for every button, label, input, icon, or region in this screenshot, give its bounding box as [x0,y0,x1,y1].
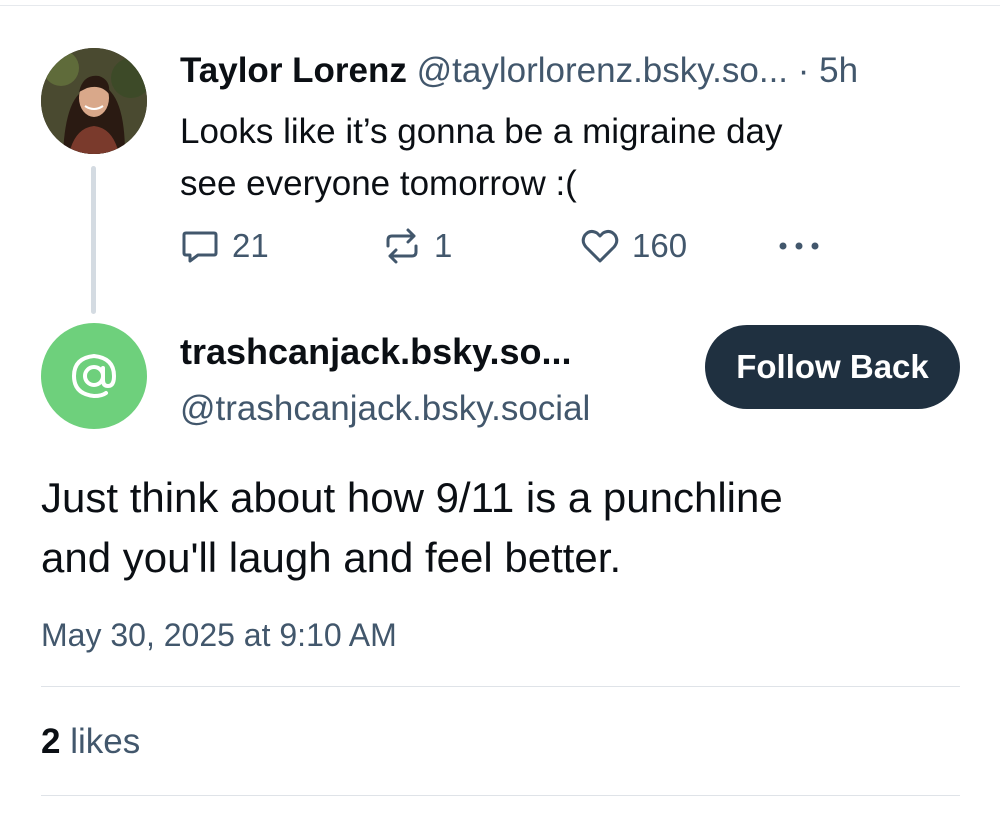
author-display-name[interactable]: trashcanjack.bsky.so... [180,330,680,374]
post-text-line: and you'll laugh and feel better. [41,534,622,581]
follow-back-button[interactable]: Follow Back [705,325,960,409]
likes-count: 2 [41,722,61,761]
top-divider [0,0,1000,6]
divider [41,686,960,687]
reply-icon [182,231,218,263]
parent-post-text[interactable]: Looks like it’s gonna be a migraine day … [180,106,960,210]
post-timestamp[interactable]: May 30, 2025 at 9:10 AM [41,615,397,655]
parent-text-line: see everyone tomorrow :( [180,164,577,203]
like-count: 160 [632,227,688,264]
repost-icon [386,228,418,264]
more-options-button[interactable] [775,224,823,268]
author-avatar[interactable] [41,323,147,429]
heart-icon [581,229,619,263]
reply-button[interactable]: 21 [178,224,269,268]
parent-avatar[interactable] [41,48,147,154]
parent-post-header: Taylor Lorenz @taylorlorenz.bsky.so... ·… [180,50,970,92]
parent-text-line: Looks like it’s gonna be a migraine day [180,112,783,151]
like-button[interactable]: 160 [578,224,687,268]
likes-label: likes [70,722,141,761]
more-icon [779,242,819,250]
parent-post-time[interactable]: 5h [819,51,858,90]
post-text: Just think about how 9/11 is a punchline… [41,468,971,588]
repost-button[interactable]: 1 [380,224,452,268]
parent-post-actions: 21 1 160 [0,224,1000,268]
author-handle[interactable]: @trashcanjack.bsky.social [180,387,700,431]
parent-display-name[interactable]: Taylor Lorenz [180,51,407,90]
parent-handle[interactable]: @taylorlorenz.bsky.so... [417,51,788,90]
post-text-line: Just think about how 9/11 is a punchline [41,474,783,521]
divider [41,795,960,796]
reply-count: 21 [232,227,269,264]
likes-summary[interactable]: 2 likes [41,720,140,764]
avatar-photo [41,48,147,154]
repost-count: 1 [434,227,453,264]
separator-dot: · [797,51,810,90]
at-sign-icon [71,353,117,399]
